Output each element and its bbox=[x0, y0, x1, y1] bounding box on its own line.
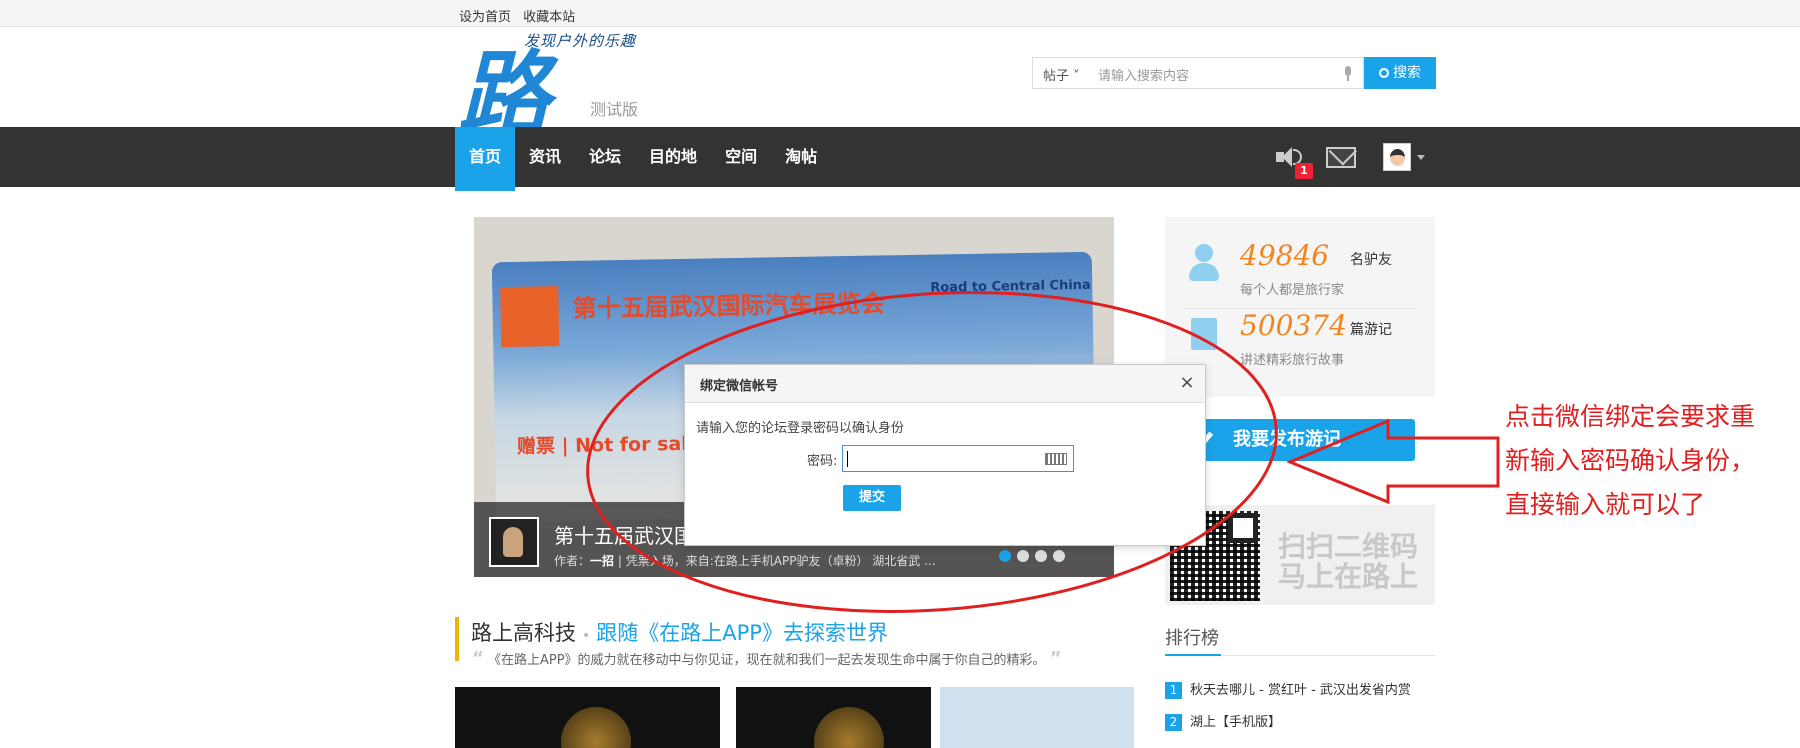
quote-close-icon: ” bbox=[1049, 648, 1062, 669]
chevron-down-icon[interactable] bbox=[1417, 155, 1425, 160]
beta-label: 测试版 bbox=[590, 100, 639, 119]
notification-badge: 1 bbox=[1295, 163, 1313, 179]
section-link[interactable]: 跟随《在路上APP》去探索世界 bbox=[596, 621, 888, 645]
site-logo[interactable]: 路 发现户外的乐趣 测试版 bbox=[458, 26, 648, 148]
slide-meta-rest: | 凭票入场，来自:在路上手机APP驴友（卓粉） 湖北省武 ... bbox=[617, 554, 936, 568]
close-icon[interactable]: × bbox=[1177, 373, 1197, 393]
section-description-text: 《在路上APP》的威力就在移动中与你见证，现在就和我们一起去发现生命中属于你自己… bbox=[487, 653, 1046, 668]
keyboard-icon[interactable] bbox=[1045, 453, 1067, 465]
author-label: 作者： bbox=[554, 554, 591, 568]
members-stat: 49846 名驴友 每个人都是旅行家 bbox=[1185, 239, 1417, 309]
submit-button[interactable]: 提交 bbox=[843, 485, 901, 511]
search-bar: 帖子 ˅ 请输入搜索内容 搜索 bbox=[1032, 57, 1436, 89]
search-button-label: 搜索 bbox=[1393, 65, 1421, 81]
slide-meta: 作者：一招 | 凭票入场，来自:在路上手机APP驴友（卓粉） 湖北省武 ... bbox=[554, 552, 936, 569]
search-scope-select[interactable]: 帖子 ˅ bbox=[1043, 65, 1080, 84]
author-name[interactable]: 一招 bbox=[590, 554, 614, 568]
slide-card-title: 第十五届武汉国际汽车展览会 bbox=[572, 289, 885, 323]
notes-count: 500374 bbox=[1240, 309, 1347, 342]
slider-dot[interactable] bbox=[1035, 550, 1047, 562]
search-scope-label: 帖子 bbox=[1043, 69, 1070, 84]
members-unit: 名驴友 bbox=[1350, 252, 1392, 268]
slider-dot[interactable] bbox=[999, 550, 1011, 562]
article-thumbnail[interactable] bbox=[455, 687, 720, 748]
nav-items: 首页 资讯 论坛 目的地 空间 淘帖 bbox=[455, 127, 831, 191]
nav-item-destination[interactable]: 目的地 bbox=[635, 127, 711, 187]
section-description: “ 《在路上APP》的威力就在移动中与你见证，现在就和我们一起去发现生命中属于你… bbox=[472, 648, 1062, 669]
nav-item-space[interactable]: 空间 bbox=[711, 127, 771, 187]
slider-dot[interactable] bbox=[1053, 550, 1065, 562]
members-count: 49846 bbox=[1240, 239, 1330, 272]
author-avatar[interactable] bbox=[489, 517, 539, 567]
nav-item-news[interactable]: 资讯 bbox=[515, 127, 575, 187]
password-field[interactable] bbox=[842, 445, 1074, 472]
main-nav: 首页 资讯 论坛 目的地 空间 淘帖 1 bbox=[0, 127, 1800, 191]
article-thumbnail[interactable] bbox=[940, 687, 1134, 748]
rank-text: 湖上【手机版】 bbox=[1190, 715, 1282, 730]
annotation-text: 点击微信绑定会要求重新输入密码确认身份，直接输入就可以了 bbox=[1505, 402, 1756, 519]
whms-logo bbox=[500, 286, 560, 348]
quote-open-icon: “ bbox=[472, 648, 484, 669]
ranking-title: 排行榜 bbox=[1165, 624, 1435, 656]
ranking-item[interactable]: 2 湖上【手机版】 bbox=[1165, 711, 1281, 731]
publish-label: 我要发布游记 bbox=[1233, 429, 1341, 450]
slider-dot[interactable] bbox=[1017, 550, 1029, 562]
password-label: 密码: bbox=[807, 454, 838, 469]
slide-card-gift: 赠票 | Not for sale bbox=[516, 432, 701, 458]
notes-desc: 讲述精彩旅行故事 bbox=[1240, 353, 1345, 368]
search-icon bbox=[1379, 68, 1389, 78]
section-title: 路上高科技 bbox=[471, 621, 576, 645]
search-box: 帖子 ˅ 请输入搜索内容 bbox=[1032, 57, 1364, 89]
members-desc: 每个人都是旅行家 bbox=[1240, 283, 1345, 298]
ranking-item[interactable]: 1 秋天去哪儿 - 赏红叶 - 武汉出发省内赏 bbox=[1165, 679, 1411, 699]
dialog-prompt: 请输入您的论坛登录密码以确认身份 bbox=[696, 421, 905, 436]
rank-number: 2 bbox=[1165, 714, 1182, 731]
ranking-title-text: 排行榜 bbox=[1165, 628, 1219, 649]
slide-card-subtitle: Road to Central China bbox=[930, 277, 1091, 296]
nav-item-taotie[interactable]: 淘帖 bbox=[771, 127, 831, 187]
dialog-title: 绑定微信帐号 bbox=[685, 365, 1205, 403]
avatar[interactable] bbox=[1383, 143, 1411, 171]
search-input[interactable]: 请输入搜索内容 bbox=[1098, 65, 1189, 84]
article-thumbnail[interactable] bbox=[736, 687, 931, 748]
nav-item-home[interactable]: 首页 bbox=[455, 127, 516, 191]
notes-stat: 500374 篇游记 讲述精彩旅行故事 bbox=[1185, 309, 1417, 379]
user-icon bbox=[1187, 244, 1221, 284]
rank-number: 1 bbox=[1165, 682, 1182, 699]
nav-item-forum[interactable]: 论坛 bbox=[575, 127, 635, 187]
rank-text: 秋天去哪儿 - 赏红叶 - 武汉出发省内赏 bbox=[1190, 683, 1411, 698]
mail-icon[interactable] bbox=[1326, 147, 1356, 168]
document-icon bbox=[1187, 314, 1221, 354]
top-bar: 设为首页 收藏本站 bbox=[0, 0, 1800, 27]
bind-wechat-dialog: 绑定微信帐号 × 请输入您的论坛登录密码以确认身份 密码: 提交 bbox=[684, 364, 1206, 546]
qr-text-line2: 马上在路上 bbox=[1278, 560, 1419, 593]
search-button[interactable]: 搜索 bbox=[1364, 57, 1436, 89]
slider-dots bbox=[999, 550, 1071, 566]
microphone-icon[interactable] bbox=[1343, 66, 1353, 82]
notes-unit: 篇游记 bbox=[1350, 322, 1392, 338]
publish-travelogue-button[interactable]: 我要发布游记 bbox=[1183, 419, 1415, 461]
logo-slogan: 发现户外的乐趣 bbox=[524, 32, 637, 50]
